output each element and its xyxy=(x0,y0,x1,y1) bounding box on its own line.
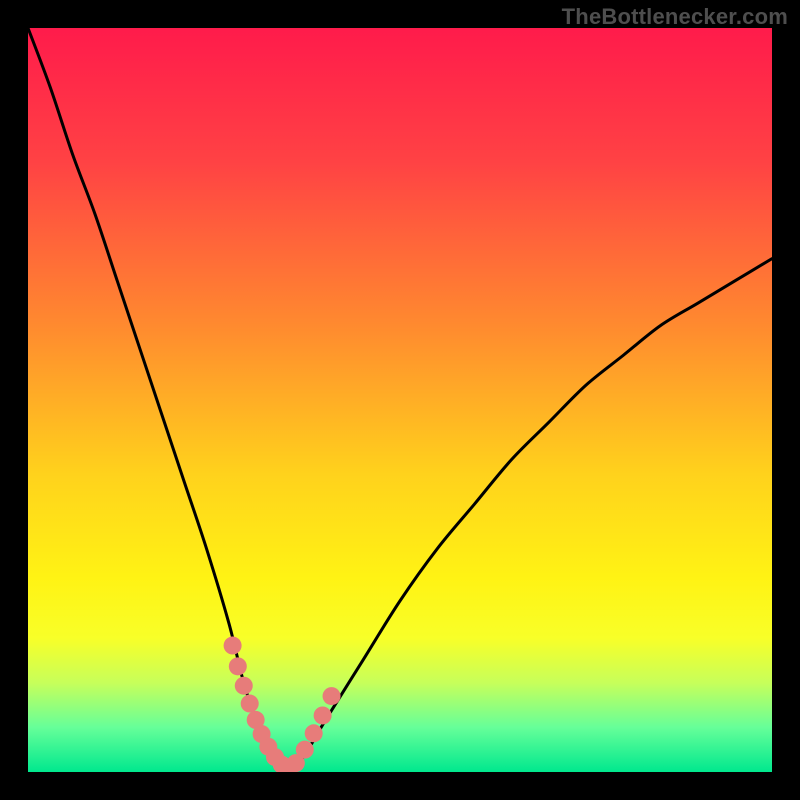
marker-dot xyxy=(229,657,247,675)
marker-dot xyxy=(323,687,341,705)
chart-svg xyxy=(28,28,772,772)
marker-dot xyxy=(314,706,332,724)
outer-frame: TheBottlenecker.com xyxy=(0,0,800,800)
watermark-text: TheBottlenecker.com xyxy=(562,4,788,30)
marker-dot xyxy=(241,695,259,713)
chart-area xyxy=(28,28,772,772)
gradient-background xyxy=(28,28,772,772)
marker-dot xyxy=(224,637,242,655)
marker-dot xyxy=(305,724,323,742)
marker-dot xyxy=(235,677,253,695)
marker-dot xyxy=(296,741,314,759)
